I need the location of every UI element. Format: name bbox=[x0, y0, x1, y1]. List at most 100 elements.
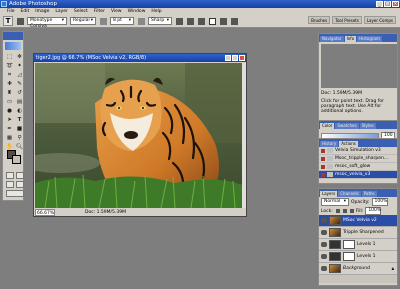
layer-row[interactable]: MSoc Velvia v2 bbox=[319, 215, 397, 227]
gradient-tool-icon[interactable]: ▤ bbox=[15, 98, 24, 106]
menu-layer[interactable]: Layer bbox=[52, 8, 71, 15]
tab-navigator[interactable]: Navigator bbox=[320, 36, 344, 42]
dialog-toggle-icon[interactable] bbox=[327, 156, 333, 161]
layer-row[interactable]: Levels 1 bbox=[319, 239, 397, 251]
lasso-tool-icon[interactable]: ➰ bbox=[5, 62, 14, 70]
vertical-scrollbar[interactable] bbox=[242, 63, 246, 208]
tab-tool-presets[interactable]: Tool Presets bbox=[332, 16, 362, 24]
tab-brushes[interactable]: Brushes bbox=[308, 16, 331, 24]
tab-swatches[interactable]: Swatches bbox=[335, 123, 359, 129]
lock-position-icon[interactable] bbox=[349, 209, 354, 213]
menu-help[interactable]: Help bbox=[148, 8, 164, 15]
notes-tool-icon[interactable]: ▦ bbox=[5, 134, 14, 142]
action-toggle-icon[interactable] bbox=[321, 164, 325, 169]
layer-row[interactable]: Tripple Sharpened bbox=[319, 227, 397, 239]
menu-window[interactable]: Window bbox=[125, 8, 149, 15]
warp-text-icon[interactable] bbox=[220, 17, 227, 25]
align-center-icon[interactable] bbox=[187, 17, 194, 25]
doc-maximize-button[interactable] bbox=[232, 55, 238, 61]
image-canvas[interactable] bbox=[35, 63, 243, 208]
document-title[interactable]: tiger2.jpg @ 66.7% (MSoc Velvia v2, RGB/… bbox=[34, 54, 246, 62]
screen-mode-standard-icon[interactable] bbox=[6, 181, 14, 188]
text-color-swatch[interactable] bbox=[209, 17, 216, 25]
visibility-eye-icon[interactable] bbox=[321, 230, 327, 235]
opacity-field[interactable]: 100% bbox=[371, 198, 388, 206]
action-row[interactable]: Velvia Simulation v3 bbox=[319, 147, 397, 155]
blend-mode-select[interactable]: Normal ▾ bbox=[321, 198, 349, 206]
dialog-toggle-icon[interactable] bbox=[327, 164, 333, 169]
brush-tool-icon[interactable]: ✎ bbox=[15, 80, 24, 88]
align-left-icon[interactable] bbox=[176, 17, 183, 25]
type-tool-icon[interactable]: T bbox=[15, 116, 24, 124]
visibility-eye-icon[interactable] bbox=[321, 242, 327, 247]
magic-wand-tool-icon[interactable]: ✦ bbox=[15, 62, 24, 70]
jump-to-imageready-icon[interactable] bbox=[6, 190, 24, 197]
zoom-field[interactable]: 66.67% bbox=[35, 209, 55, 216]
healing-brush-tool-icon[interactable]: ✚ bbox=[5, 80, 14, 88]
tab-actions[interactable]: Actions bbox=[339, 141, 358, 147]
marquee-tool-icon[interactable]: ⬚ bbox=[5, 53, 14, 61]
layer-row[interactable]: Background 🔒︎ bbox=[319, 263, 397, 275]
eyedropper-tool-icon[interactable]: ⚲ bbox=[15, 134, 24, 142]
zoom-tool-icon[interactable]: 🔍︎ bbox=[15, 143, 24, 151]
action-toggle-icon[interactable] bbox=[321, 148, 325, 153]
background-color-swatch[interactable] bbox=[12, 155, 21, 164]
align-right-icon[interactable] bbox=[198, 17, 205, 25]
menu-view[interactable]: View bbox=[108, 8, 125, 15]
menu-edit[interactable]: Edit bbox=[18, 8, 33, 15]
maximize-button[interactable]: □ bbox=[384, 1, 391, 7]
fill-field[interactable]: 100% bbox=[365, 207, 382, 215]
palettes-icon[interactable] bbox=[231, 17, 238, 25]
blur-tool-icon[interactable]: ● bbox=[5, 107, 14, 115]
path-selection-tool-icon[interactable]: ➤ bbox=[5, 116, 14, 124]
visibility-eye-icon[interactable] bbox=[321, 218, 327, 223]
antialias-select[interactable]: Sharp ▾ bbox=[148, 17, 172, 25]
dodge-tool-icon[interactable]: ◐ bbox=[15, 107, 24, 115]
dialog-toggle-icon[interactable] bbox=[327, 148, 333, 153]
standard-mode-icon[interactable] bbox=[6, 172, 14, 179]
minimize-button[interactable]: _ bbox=[376, 1, 383, 7]
font-family-select[interactable]: Monotype Corsiva ▾ bbox=[27, 17, 67, 29]
dialog-toggle-icon[interactable] bbox=[327, 172, 333, 177]
lock-pixels-icon[interactable] bbox=[342, 209, 347, 213]
pen-tool-icon[interactable]: ✒ bbox=[5, 125, 14, 133]
action-row[interactable]: Msoc_tripple_sharpen... bbox=[319, 155, 397, 163]
menu-image[interactable]: Image bbox=[32, 8, 52, 15]
doc-minimize-button[interactable] bbox=[225, 55, 231, 61]
text-tool-preset-icon[interactable]: T bbox=[3, 16, 13, 26]
visibility-eye-icon[interactable] bbox=[321, 266, 327, 271]
action-toggle-icon[interactable] bbox=[321, 156, 325, 161]
tab-layer-comps[interactable]: Layer Comps bbox=[363, 16, 396, 24]
visibility-eye-icon[interactable] bbox=[321, 254, 327, 259]
action-toggle-icon[interactable] bbox=[321, 172, 325, 177]
menu-filter[interactable]: Filter bbox=[91, 8, 108, 15]
quick-mask-mode-icon[interactable] bbox=[16, 172, 24, 179]
orientation-icon[interactable] bbox=[17, 17, 24, 25]
lock-transparency-icon[interactable] bbox=[335, 209, 340, 213]
shape-tool-icon[interactable]: ■ bbox=[15, 125, 24, 133]
clone-stamp-tool-icon[interactable]: ♜ bbox=[5, 89, 14, 97]
slice-tool-icon[interactable]: ◿ bbox=[15, 71, 24, 79]
history-brush-tool-icon[interactable]: ↺ bbox=[15, 89, 24, 97]
tab-channels[interactable]: Channels bbox=[338, 191, 361, 197]
close-button[interactable]: × bbox=[392, 1, 399, 7]
tab-color[interactable]: Color bbox=[320, 123, 335, 129]
tab-info[interactable]: Info bbox=[344, 36, 357, 42]
adobe-online-icon[interactable] bbox=[5, 42, 21, 50]
tab-layers[interactable]: Layers bbox=[320, 191, 338, 197]
menu-select[interactable]: Select bbox=[71, 8, 91, 15]
font-style-select[interactable]: Regular ▾ bbox=[70, 17, 96, 25]
tab-styles[interactable]: Styles bbox=[359, 123, 376, 129]
layer-row[interactable]: Levels 1 bbox=[319, 251, 397, 263]
tab-paths[interactable]: Paths bbox=[361, 191, 377, 197]
tab-histogram[interactable]: Histogram bbox=[357, 36, 382, 42]
action-row[interactable]: msoc_velvia_v3 bbox=[319, 171, 397, 179]
screen-mode-full-icon[interactable] bbox=[16, 181, 24, 188]
toolbox-header[interactable] bbox=[3, 32, 23, 40]
tab-history[interactable]: History bbox=[320, 141, 339, 147]
menu-file[interactable]: File bbox=[4, 8, 18, 15]
action-row[interactable]: msoc_soft_glow bbox=[319, 163, 397, 171]
eraser-tool-icon[interactable]: ▭ bbox=[5, 98, 14, 106]
crop-tool-icon[interactable]: ⌗ bbox=[5, 71, 14, 79]
doc-close-button[interactable] bbox=[239, 55, 245, 61]
